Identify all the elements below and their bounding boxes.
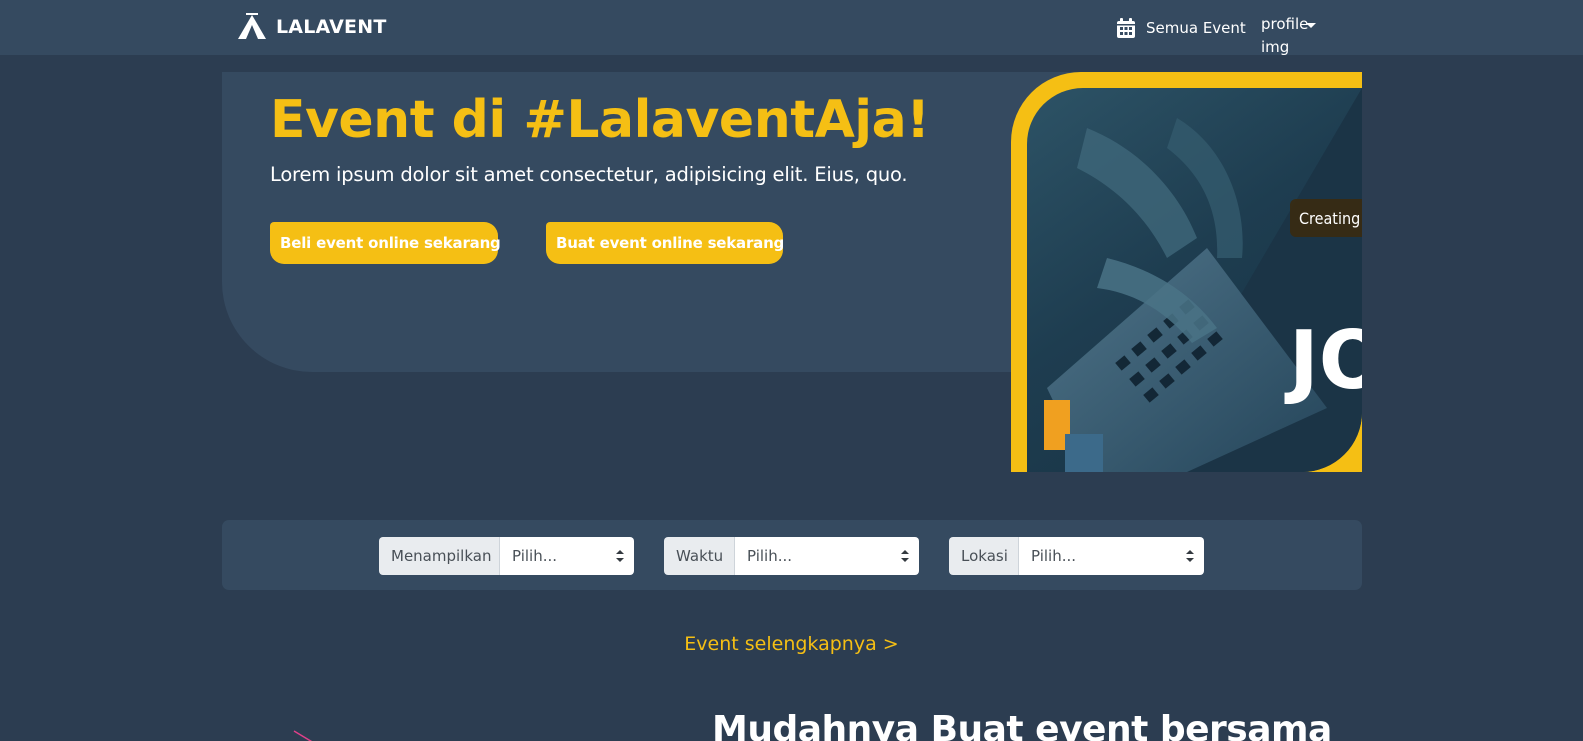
image-caption: Creating a — [1299, 209, 1362, 228]
hero-image: Creating a JO — [1011, 72, 1362, 472]
filter-location-label: Lokasi — [949, 537, 1019, 575]
image-big-text: JO — [1284, 314, 1362, 407]
select-arrows-icon — [616, 550, 624, 562]
select-arrows-icon — [1186, 550, 1194, 562]
filter-location-value: Pilih... — [1031, 547, 1077, 565]
laptop-typing-illustration: Creating a JO — [1044, 88, 1362, 472]
filter-show: Menampilkan Pilih... — [379, 537, 634, 575]
filter-show-select[interactable]: Pilih... — [500, 537, 634, 575]
brand-link[interactable]: LALAVENT — [236, 13, 386, 41]
calendar-icon — [1117, 18, 1135, 38]
hero-subtitle: Lorem ipsum dolor sit amet consectetur, … — [270, 163, 908, 186]
tent-logo-icon — [238, 13, 266, 39]
brand-name: LALAVENT — [276, 16, 387, 38]
filter-time-label: Waktu — [664, 537, 735, 575]
nav-all-events-link[interactable]: Semua Event — [1116, 17, 1246, 39]
filter-time-select[interactable]: Pilih... — [735, 537, 919, 575]
hero-title: Event di #LalaventAja! — [270, 90, 930, 150]
buy-event-button[interactable]: Beli event online sekarang — [270, 222, 501, 264]
profile-dropdown[interactable]: profile-img — [1261, 13, 1321, 59]
filter-location: Lokasi Pilih... — [949, 537, 1204, 575]
select-arrows-icon — [901, 550, 909, 562]
profile-image-alt: profile-img — [1261, 15, 1314, 56]
create-event-button[interactable]: Buat event online sekarang — [546, 222, 784, 264]
section-title: Mudahnya Buat event bersama — [712, 709, 1332, 741]
filter-show-value: Pilih... — [512, 547, 558, 565]
navbar: LALAVENT Semua Event profile-img — [0, 0, 1583, 56]
filter-location-select[interactable]: Pilih... — [1019, 537, 1204, 575]
filter-show-label: Menampilkan — [379, 537, 500, 575]
nav-all-events-label: Semua Event — [1146, 19, 1246, 37]
filter-time-value: Pilih... — [747, 547, 793, 565]
hero-photo: Creating a JO — [1027, 88, 1362, 472]
decorative-line — [293, 730, 313, 741]
caret-down-icon — [1306, 23, 1316, 28]
filter-time: Waktu Pilih... — [664, 537, 919, 575]
more-events-link[interactable]: Event selengkapnya > — [0, 633, 1583, 655]
